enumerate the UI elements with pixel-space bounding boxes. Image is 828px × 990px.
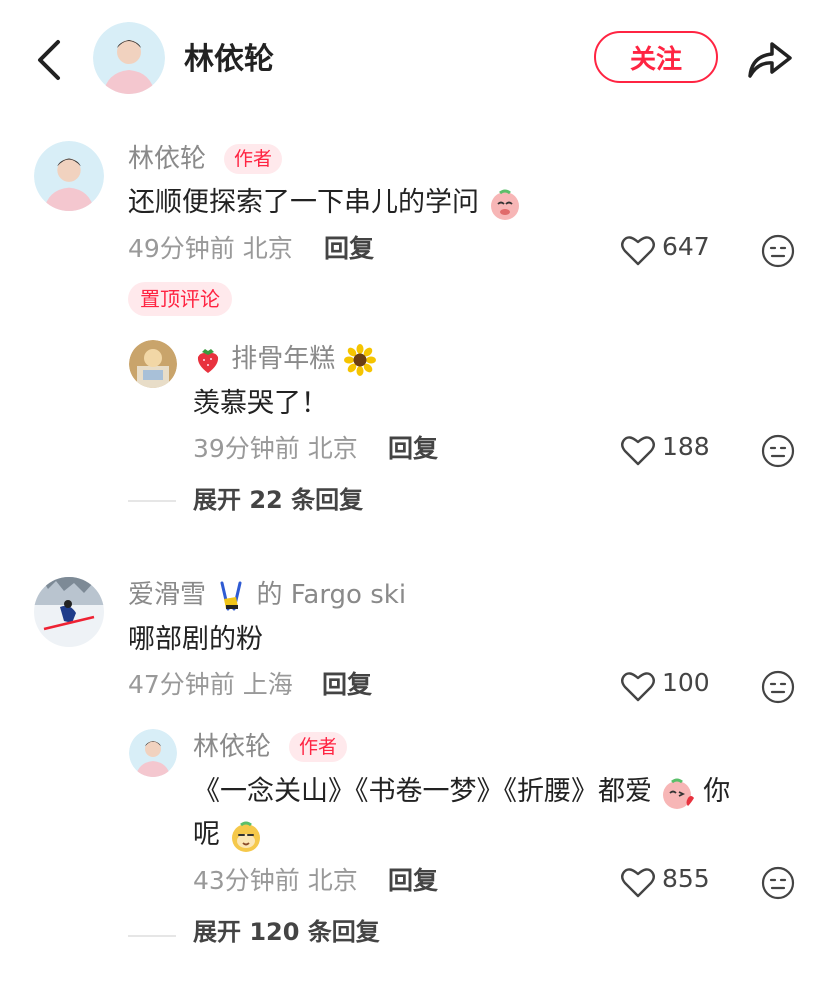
blow-kiss-emoji-icon	[662, 778, 694, 809]
expand-replies-button[interactable]: 展开 120 条回复	[193, 915, 380, 949]
comment-text: 还顺便探索了一下串儿的学问	[128, 183, 522, 223]
reply-avatar[interactable]	[129, 340, 177, 388]
commenter-avatar[interactable]	[34, 141, 104, 211]
reply-button[interactable]: 回复	[388, 432, 438, 466]
commenter-avatar[interactable]	[34, 577, 104, 647]
emoji-reaction-icon[interactable]	[761, 866, 795, 900]
emoji-reaction-icon[interactable]	[761, 434, 795, 468]
like-count: 647	[662, 232, 710, 261]
follow-button[interactable]: 关注	[594, 31, 718, 83]
reply-avatar[interactable]	[129, 729, 177, 777]
comment-meta: 49分钟前 北京	[128, 234, 293, 263]
like-count: 100	[662, 668, 710, 697]
heart-icon[interactable]	[620, 233, 656, 267]
pinned-comment-badge: 置顶评论	[128, 282, 232, 316]
back-icon[interactable]	[30, 38, 70, 82]
reply-text: 羡慕哭了！	[193, 388, 328, 419]
reply-name[interactable]: 排骨年糕	[193, 342, 376, 376]
reply-text: 《一念关山》《书卷一梦》《折腰》都爱 你	[193, 772, 730, 812]
smug-face-emoji-icon	[231, 821, 260, 852]
expand-replies-button[interactable]: 展开 22 条回复	[193, 483, 363, 517]
heart-icon[interactable]	[620, 669, 656, 703]
emoji-reaction-icon[interactable]	[761, 234, 795, 268]
commenter-name[interactable]: 林依轮	[128, 142, 206, 176]
ski-icon	[220, 581, 242, 610]
author-badge: 作者	[224, 144, 283, 174]
reply-text-continued: 呢	[193, 815, 263, 855]
author-badge: 作者	[289, 732, 348, 762]
reply-name[interactable]: 林依轮	[193, 730, 271, 764]
like-count: 855	[662, 864, 710, 893]
shy-face-emoji-icon	[490, 189, 519, 220]
comment-meta: 47分钟前 上海	[128, 670, 293, 699]
share-icon[interactable]	[746, 36, 794, 80]
commenter-name[interactable]: 爱滑雪 的 Fargo ski	[128, 578, 406, 613]
divider	[128, 500, 176, 502]
reply-button[interactable]: 回复	[324, 232, 374, 266]
like-count: 188	[662, 432, 710, 461]
reply-button[interactable]: 回复	[388, 864, 438, 898]
header-avatar[interactable]	[93, 22, 165, 94]
heart-icon[interactable]	[620, 433, 656, 467]
emoji-reaction-icon[interactable]	[761, 670, 795, 704]
page-title: 林依轮	[184, 42, 274, 77]
divider	[128, 935, 176, 937]
heart-icon[interactable]	[620, 865, 656, 899]
sunflower-icon	[343, 343, 376, 376]
reply-meta: 43分钟前 北京	[193, 866, 358, 895]
comment-text: 哪部剧的粉	[128, 624, 263, 655]
reply-button[interactable]: 回复	[322, 668, 372, 702]
reply-meta: 39分钟前 北京	[193, 434, 358, 463]
strawberry-icon	[197, 348, 219, 373]
